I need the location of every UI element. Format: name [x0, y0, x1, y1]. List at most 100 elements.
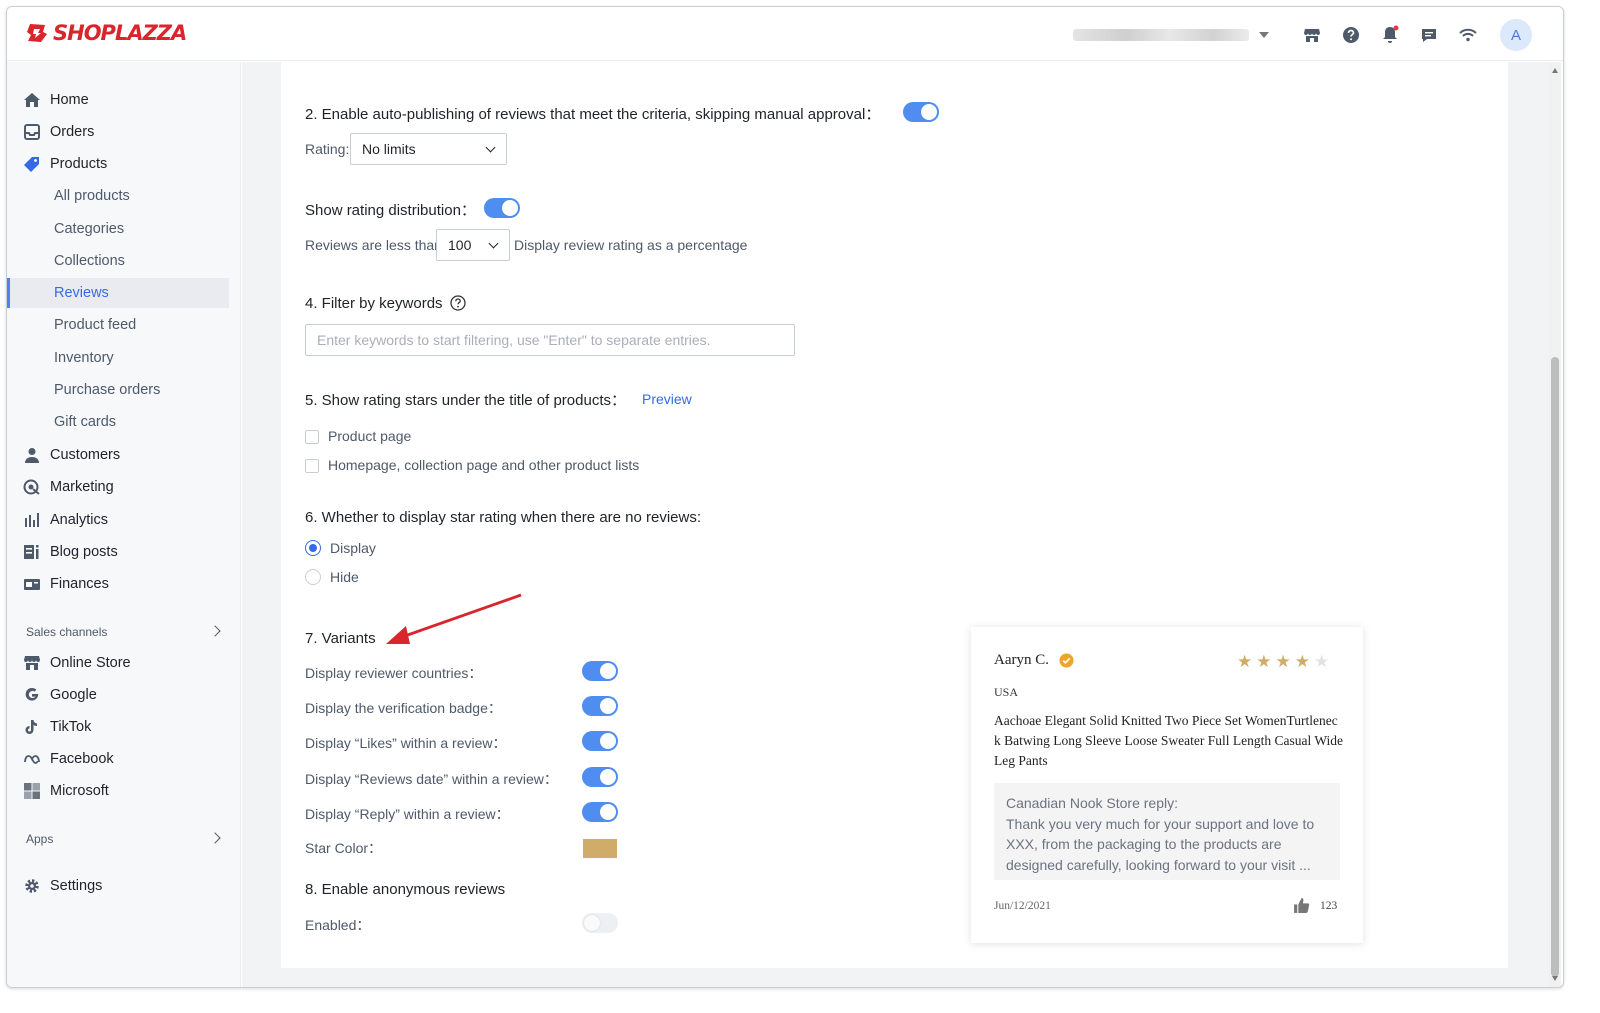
product-page-checkbox[interactable] — [305, 430, 319, 444]
reply-header: Canadian Nook Store reply: — [1006, 795, 1178, 811]
store-switcher[interactable] — [1073, 27, 1273, 43]
annotation-arrow-icon — [386, 593, 522, 644]
keyword-filter-input[interactable]: Enter keywords to start filtering, use "… — [305, 324, 795, 356]
sidebar-item-label: Settings — [50, 878, 103, 894]
product-lists-checkbox[interactable] — [305, 459, 319, 473]
sidebar-item-label: Google — [50, 687, 97, 703]
reviewer-country: USA — [994, 685, 1019, 699]
scroll-up-icon[interactable] — [1552, 68, 1558, 73]
no-reviews-label: 6. Whether to display star rating when t… — [305, 509, 702, 526]
sidebar-subitem-label: Inventory — [54, 350, 114, 366]
chevron-right-icon[interactable] — [209, 832, 221, 844]
sidebar-item-label: Finances — [50, 576, 109, 592]
store-icon — [24, 656, 40, 670]
distribution-prefix: Reviews are less than — [305, 237, 442, 253]
chevron-right-icon[interactable] — [209, 625, 221, 637]
sidebar-item-label: Facebook — [50, 751, 114, 767]
likes-toggle[interactable] — [582, 731, 618, 751]
sidebar-subitem-purchase-orders[interactable]: Purchase orders — [7, 375, 229, 405]
sidebar-subitem-label: Categories — [54, 221, 125, 237]
chevron-down-icon — [1259, 32, 1269, 38]
sidebar-subitem-categories[interactable]: Categories — [7, 214, 229, 244]
sidebar-subitem-label: Reviews — [54, 285, 109, 301]
reviewer-name: Aaryn C. — [994, 652, 1049, 668]
wifi-icon[interactable] — [1457, 24, 1479, 46]
chevron-down-icon — [488, 238, 499, 249]
variant-row-label: Display reviewer countries： — [305, 665, 483, 681]
app-window: SHOPLAZZA A Home Orders Products All pro… — [6, 6, 1564, 988]
chevron-down-icon — [485, 142, 496, 153]
hide-radio[interactable] — [305, 569, 321, 585]
sidebar-subitem-all-products[interactable]: All products — [7, 181, 229, 211]
finances-icon — [24, 579, 40, 590]
store-reply: Canadian Nook Store reply: Thank you ver… — [994, 783, 1340, 880]
scrollbar[interactable] — [1549, 62, 1561, 987]
google-icon — [25, 687, 39, 701]
marketing-icon — [23, 479, 40, 495]
store-icon[interactable] — [1301, 24, 1323, 46]
scrollbar-thumb[interactable] — [1551, 357, 1559, 977]
sidebar-subitem-label: Product feed — [54, 317, 137, 333]
sidebar-item-label: Products — [50, 156, 108, 172]
auto-publish-toggle[interactable] — [903, 102, 939, 122]
sidebar-subitem-label: Gift cards — [54, 414, 117, 430]
sidebar-subitem-reviews[interactable]: Reviews — [7, 278, 229, 308]
rating-stars: ★ ★ ★ ★ ★ — [1237, 653, 1329, 670]
star-icon: ★ — [1237, 652, 1253, 671]
sidebar-subitem-product-feed[interactable]: Product feed — [7, 310, 229, 340]
display-radio[interactable] — [305, 540, 321, 556]
question-icon[interactable] — [450, 295, 466, 311]
sales-channels-header[interactable]: Sales channels — [26, 625, 107, 639]
anonymous-reviews-toggle[interactable] — [582, 913, 618, 933]
scroll-down-icon[interactable] — [1552, 976, 1558, 981]
variant-row-label: Display “Likes” within a review： — [305, 735, 507, 751]
chat-icon[interactable] — [1418, 24, 1440, 46]
sidebar-subitem-label: All products — [54, 188, 130, 204]
rating-select[interactable]: No limits — [350, 133, 507, 165]
sidebar-subitem-collections[interactable]: Collections — [7, 246, 229, 276]
top-bar: SHOPLAZZA A — [7, 7, 1563, 61]
sidebar-item-label: Home — [50, 92, 89, 108]
verification-badge-toggle[interactable] — [582, 696, 618, 716]
review-date: Jun/12/2021 — [994, 900, 1051, 912]
preview-link[interactable]: Preview — [642, 391, 692, 407]
analytics-icon — [25, 513, 39, 527]
blog-icon — [24, 545, 39, 559]
bell-icon[interactable] — [1379, 24, 1401, 46]
star-empty-icon: ★ — [1314, 652, 1330, 671]
stars-under-title-label: 5. Show rating stars under the title of … — [305, 392, 626, 409]
sidebar-subitem-gift-cards[interactable]: Gift cards — [7, 407, 229, 437]
apps-header[interactable]: Apps — [26, 832, 53, 846]
reviews-date-toggle[interactable] — [582, 767, 618, 787]
rating-distribution-label: Show rating distribution： — [305, 202, 476, 219]
brand-logo[interactable]: SHOPLAZZA — [25, 21, 187, 45]
keyword-filter-placeholder: Enter keywords to start filtering, use "… — [317, 332, 711, 348]
verified-badge-icon — [1059, 653, 1074, 668]
auto-publish-label: 2. Enable auto-publishing of reviews tha… — [305, 106, 881, 123]
sidebar-subitem-inventory[interactable]: Inventory — [7, 343, 229, 373]
star-icon: ★ — [1256, 652, 1272, 671]
display-radio-label: Display — [330, 540, 376, 556]
reply-toggle[interactable] — [582, 802, 618, 822]
rating-distribution-toggle[interactable] — [484, 198, 520, 218]
shoplazza-logo-icon — [27, 24, 47, 42]
gear-icon — [25, 879, 39, 893]
avatar[interactable]: A — [1500, 19, 1532, 51]
star-color-swatch[interactable] — [583, 839, 617, 858]
sidebar-item-label: Orders — [50, 124, 95, 140]
tiktok-icon — [25, 720, 37, 734]
tag-icon — [24, 157, 39, 172]
star-icon: ★ — [1294, 652, 1310, 671]
home-icon — [24, 93, 40, 107]
reviewer-countries-toggle[interactable] — [582, 661, 618, 681]
help-icon[interactable] — [1340, 24, 1362, 46]
reply-text: Thank you very much for your support and… — [1006, 815, 1315, 873]
sidebar-subitem-label: Purchase orders — [54, 382, 161, 398]
review-count-select[interactable]: 100 — [436, 229, 510, 261]
thumbs-up-icon[interactable] — [1293, 897, 1310, 914]
sidebar-item-label: Blog posts — [50, 544, 118, 560]
product-lists-label: Homepage, collection page and other prod… — [328, 457, 640, 473]
store-name-blurred — [1073, 29, 1249, 41]
distribution-suffix: Display review rating as a percentage — [514, 237, 748, 253]
orders-icon — [24, 124, 40, 140]
